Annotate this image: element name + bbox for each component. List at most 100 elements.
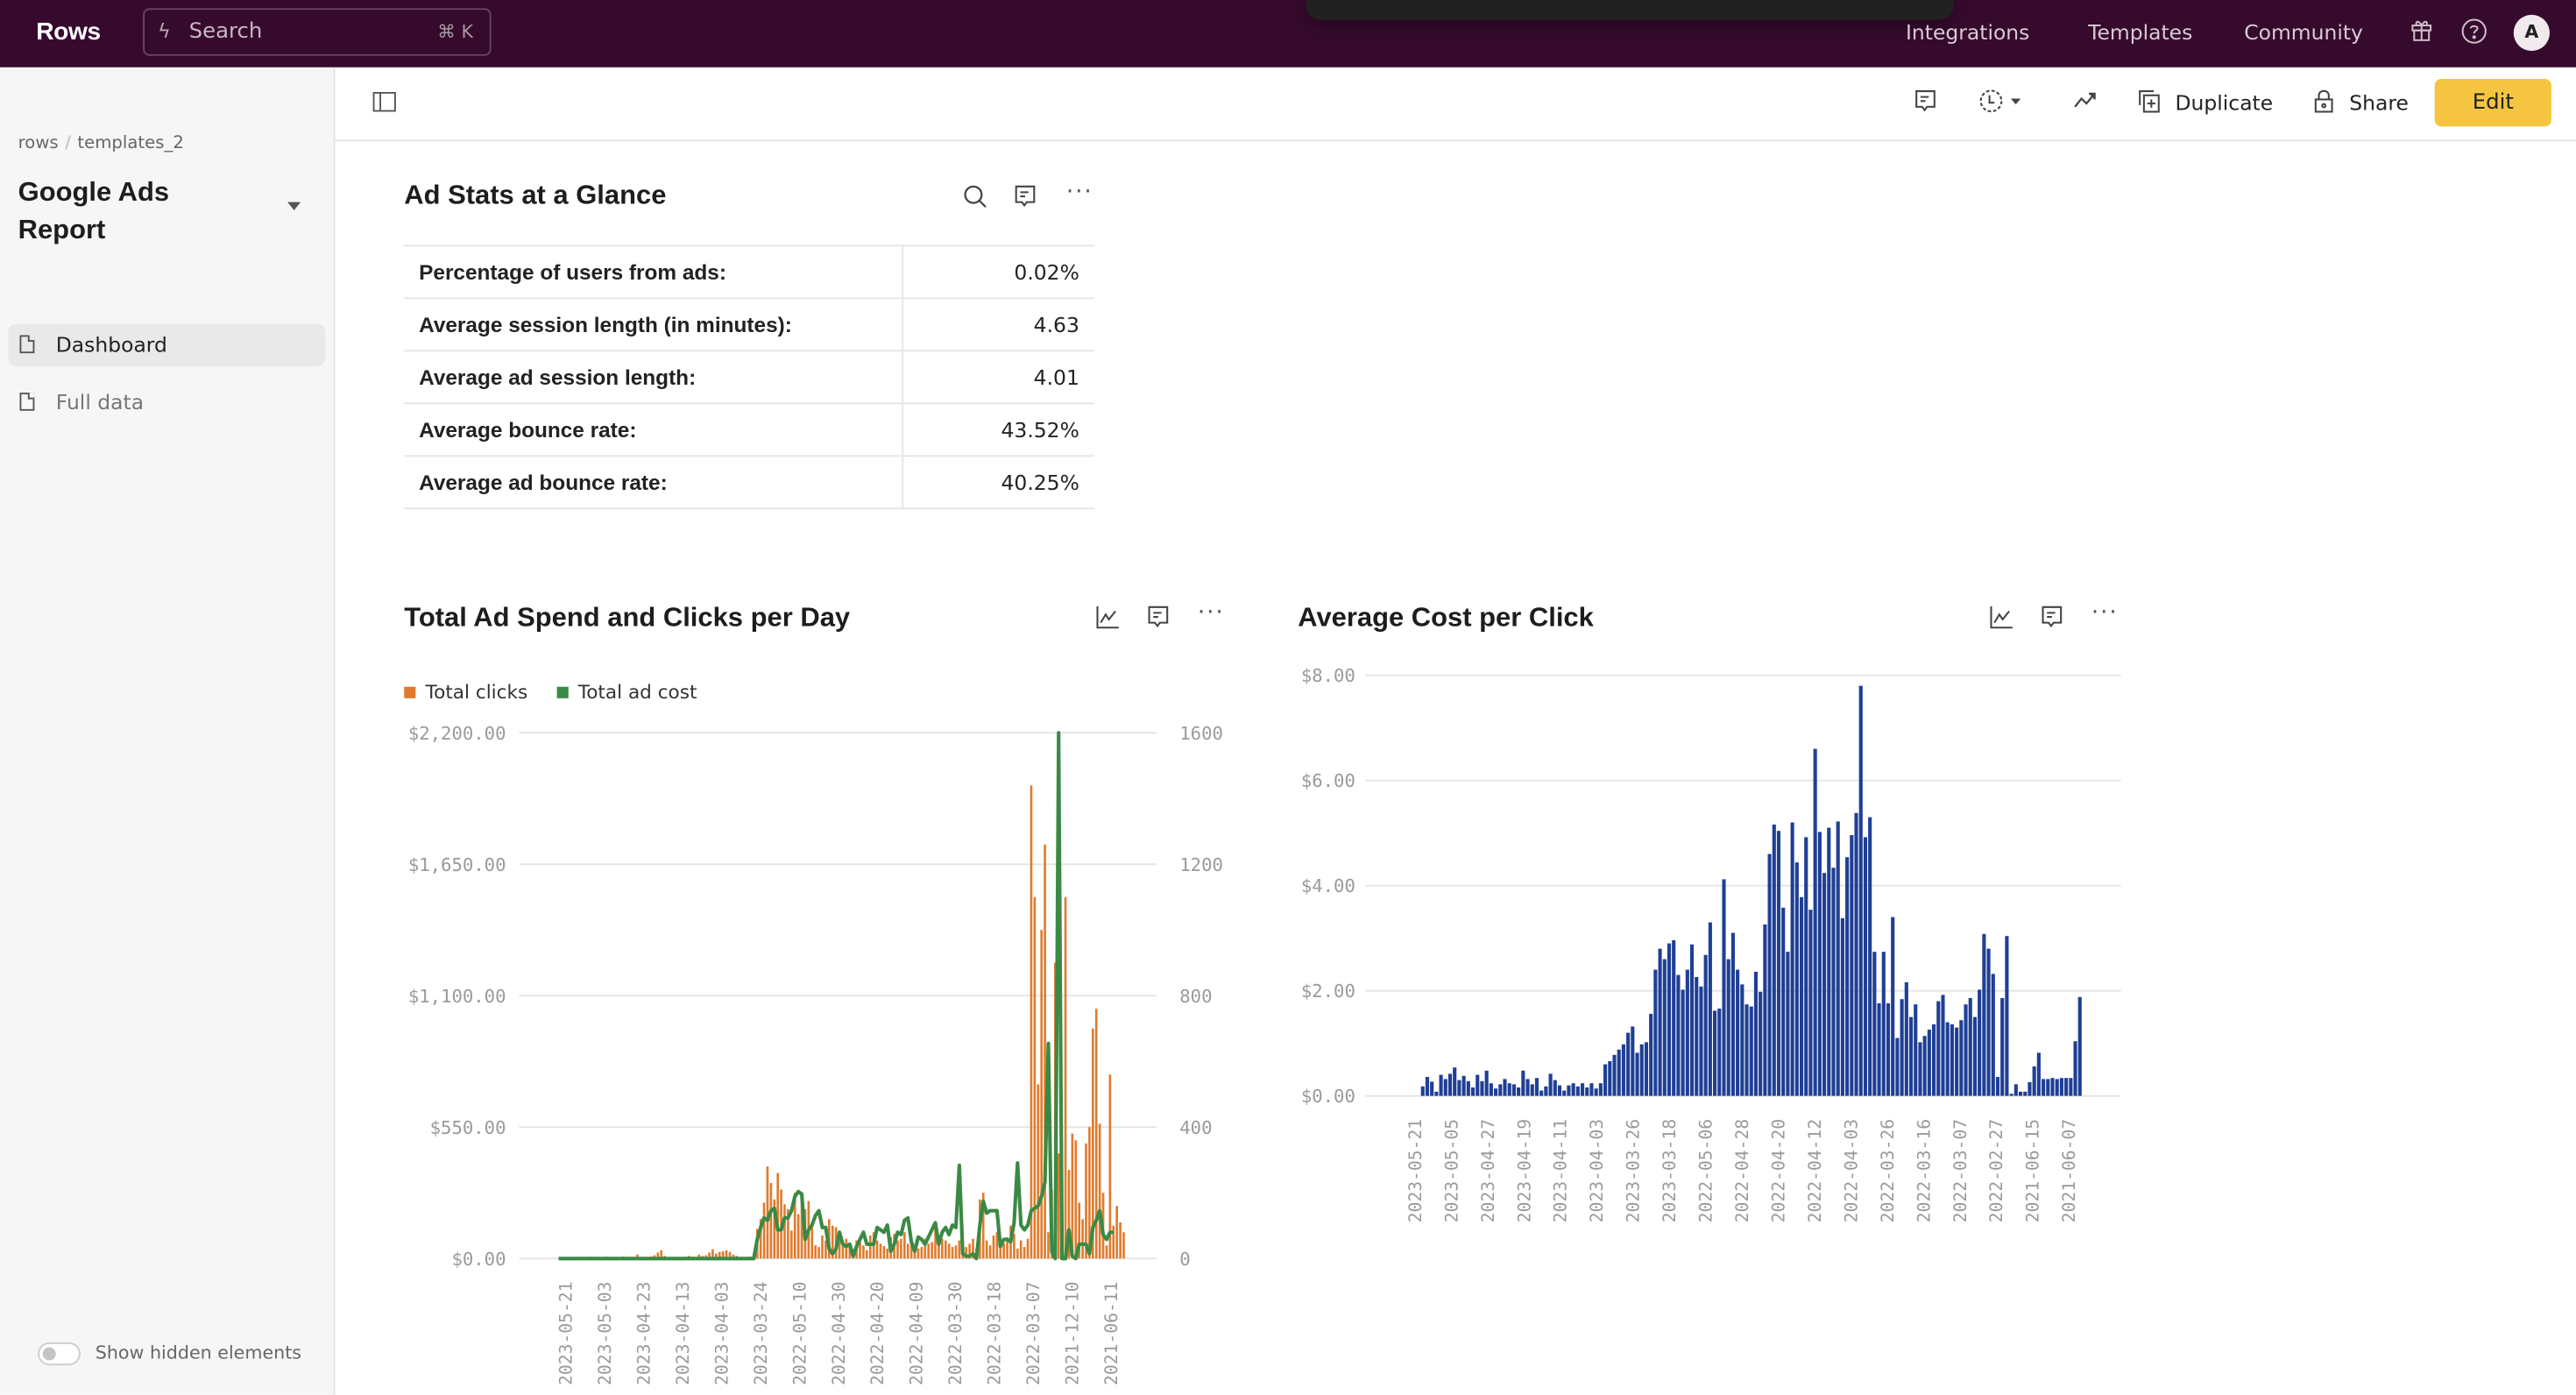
- cpc-bar: [1685, 969, 1689, 1096]
- x-tick-label: 2022-03-16: [1914, 1119, 1934, 1222]
- clicks-bar: [769, 1183, 773, 1259]
- cpc-bar: [1767, 853, 1772, 1096]
- clicks-bar: [900, 1238, 902, 1259]
- cpc-bar: [1995, 1077, 2000, 1096]
- clicks-bar: [1030, 785, 1033, 1259]
- cpc-bar: [2073, 1041, 2077, 1096]
- stats-value[interactable]: 4.63: [902, 297, 1094, 351]
- cpc-bar: [2028, 1082, 2032, 1096]
- clicks-bar: [1098, 1123, 1101, 1259]
- y-tick-left: $2,200.00: [408, 723, 506, 744]
- stats-card-title: Ad Stats at a Glance: [404, 181, 667, 210]
- nav-integrations[interactable]: Integrations: [1906, 20, 2029, 45]
- search-input[interactable]: ϟ Search ⌘ K: [143, 8, 492, 56]
- stats-label[interactable]: Average ad bounce rate:: [404, 455, 904, 510]
- cpc-bar: [1553, 1080, 1557, 1096]
- stats-label[interactable]: Average bounce rate:: [404, 402, 904, 457]
- stats-label[interactable]: Percentage of users from ads:: [404, 244, 904, 299]
- clicks-bar: [985, 1240, 988, 1259]
- cpc-bar: [1476, 1074, 1480, 1096]
- breadcrumb-folder[interactable]: templates_2: [77, 133, 184, 153]
- x-tick-label: 2023-04-11: [1551, 1119, 1571, 1222]
- sidebar-item-dashboard[interactable]: Dashboard: [8, 323, 326, 367]
- stats-value[interactable]: 43.52%: [902, 402, 1094, 457]
- y-tick-left: $550.00: [430, 1117, 506, 1138]
- line-chart-icon[interactable]: [1990, 605, 2014, 636]
- cpc-bar: [1881, 952, 1886, 1096]
- nav-community[interactable]: Community: [2244, 20, 2363, 45]
- x-tick-label: 2023-04-27: [1478, 1119, 1498, 1222]
- comment-icon[interactable]: [1014, 184, 1037, 216]
- x-tick-label: 2023-03-26: [1624, 1119, 1644, 1222]
- page-icon: [19, 335, 35, 354]
- more-options-icon[interactable]: ···: [2091, 599, 2119, 626]
- clicks-bar: [916, 1249, 920, 1259]
- stats-value[interactable]: 40.25%: [902, 455, 1094, 510]
- cpc-bar: [1466, 1080, 1470, 1096]
- x-tick-label: 2022-03-18: [985, 1282, 1005, 1385]
- clicks-bar: [920, 1247, 924, 1259]
- x-tick-label: 2023-05-03: [595, 1282, 615, 1385]
- more-options-icon[interactable]: ···: [1198, 599, 1225, 626]
- caret-down-icon[interactable]: [287, 202, 301, 210]
- lock-icon[interactable]: [2313, 89, 2334, 120]
- user-avatar[interactable]: A: [2513, 14, 2550, 52]
- edit-button[interactable]: Edit: [2434, 79, 2551, 127]
- x-tick-label: 2022-04-03: [1841, 1119, 1861, 1222]
- comment-icon[interactable]: [1914, 89, 1936, 120]
- cpc-bar: [1759, 991, 1763, 1096]
- y-tick-right: 400: [1179, 1117, 1212, 1138]
- stats-label[interactable]: Average session length (in minutes):: [404, 297, 904, 351]
- x-tick-label: 2022-04-09: [907, 1282, 927, 1385]
- rows-logo[interactable]: Rows: [36, 18, 101, 46]
- gift-icon[interactable]: [2410, 18, 2433, 48]
- x-tick-label: 2022-03-26: [1878, 1119, 1898, 1222]
- cpc-bar: [1740, 984, 1744, 1096]
- x-tick-label: 2023-05-21: [1405, 1119, 1426, 1222]
- cpc-bar: [1959, 1020, 1964, 1096]
- notification-toast: [1306, 0, 1954, 20]
- duplicate-button[interactable]: Duplicate: [2176, 90, 2274, 115]
- search-icon[interactable]: [963, 184, 987, 216]
- cpc-bar: [1489, 1083, 1493, 1096]
- sidebar: rows / templates_2 Google Ads Report Dashb…: [0, 67, 336, 1395]
- cpc-bar: [1644, 1042, 1649, 1096]
- clicks-bar: [1002, 1243, 1005, 1259]
- clicks-bar: [1013, 1234, 1016, 1259]
- cpc-bar: [1868, 817, 1872, 1096]
- history-icon[interactable]: [1978, 89, 2025, 120]
- cpc-bar: [1955, 1027, 1959, 1096]
- more-options-icon[interactable]: ···: [1066, 179, 1093, 205]
- cpc-bar: [1507, 1083, 1511, 1096]
- x-tick-label: 2023-04-13: [673, 1282, 693, 1385]
- sidebar-item-full-data[interactable]: Full data: [8, 381, 325, 424]
- cpc-bar: [1598, 1083, 1603, 1096]
- cpc-bar: [1453, 1067, 1457, 1096]
- cpc-bar: [1827, 827, 1831, 1096]
- y-tick-right: 0: [1179, 1249, 1190, 1270]
- cpc-bar: [1772, 825, 1776, 1096]
- cpc-bar: [1863, 837, 1868, 1096]
- sidebar-toggle-icon[interactable]: [372, 92, 396, 112]
- breadcrumb-workspace[interactable]: rows: [18, 133, 59, 153]
- cpc-bar: [1658, 948, 1662, 1096]
- comment-icon[interactable]: [2041, 605, 2063, 636]
- clicks-bar: [762, 1202, 766, 1259]
- nav-templates[interactable]: Templates: [2088, 20, 2192, 45]
- stats-value[interactable]: 0.02%: [902, 244, 1094, 299]
- cpc-bar: [1713, 1010, 1717, 1096]
- y-tick-left: $0.00: [451, 1249, 506, 1270]
- stats-label[interactable]: Average ad session length:: [404, 350, 904, 404]
- trending-icon[interactable]: [2073, 89, 2096, 118]
- legend-label-ad-cost: Total ad cost: [577, 680, 697, 704]
- duplicate-icon[interactable]: [2137, 89, 2160, 120]
- cpc-bar: [1822, 873, 1827, 1096]
- cpc-bar: [1676, 974, 1681, 1096]
- help-icon[interactable]: [2461, 18, 2488, 52]
- show-hidden-toggle[interactable]: [38, 1342, 81, 1366]
- y-tick: $6.00: [1301, 770, 1355, 791]
- share-button[interactable]: Share: [2349, 90, 2409, 115]
- comment-icon[interactable]: [1147, 605, 1170, 636]
- line-chart-icon[interactable]: [1096, 605, 1121, 636]
- stats-value[interactable]: 4.01: [902, 350, 1094, 404]
